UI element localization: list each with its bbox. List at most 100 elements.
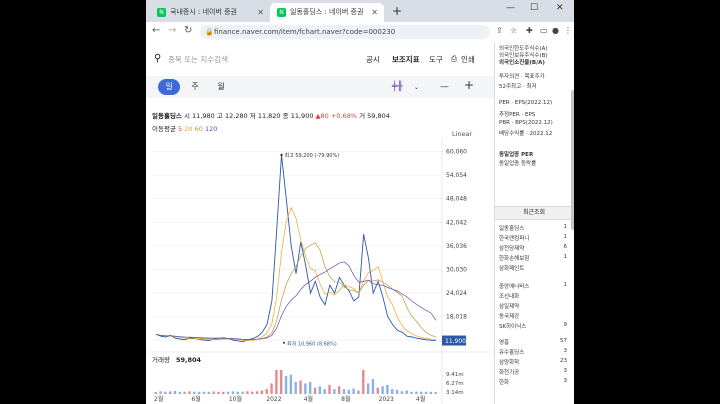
notice-button[interactable]: 공시 [366,54,380,65]
price-chart[interactable]: 60,060 54,054 48,048 42,042 36,036 30,030 24,0… [146,138,494,404]
bookmark-star-icon[interactable]: ☆ [510,26,517,35]
recent-item-name: 삼화페인트 [499,266,525,272]
volume-bar [429,391,433,394]
recent-item-count: 1 [563,254,568,260]
tab-title: 일동홀딩스 : 네이버 증권 [290,8,364,16]
moving-average-line [155,242,437,341]
scale-selector[interactable]: Linear [452,130,472,138]
close-tab-icon[interactable]: ✕ [257,3,264,22]
volume-tick-label: 9.41m [446,372,464,378]
ma-120[interactable]: 120 [205,125,217,133]
x-tick-label: 8월 [341,395,350,403]
recent-item[interactable]: 삼천당제약 6 [499,244,567,252]
volume-bar [241,391,244,394]
search-icon[interactable]: ⚲ [154,53,161,64]
recent-item-name: 삼일제약 [499,304,520,310]
ma-5[interactable]: 5 [178,125,182,133]
menu-dots-icon[interactable]: ⋮ [564,26,572,35]
recent-item-count: 6 [563,244,568,250]
close-window-button[interactable]: ✕ [556,3,564,13]
scrollbar[interactable] [571,90,574,230]
recent-item[interactable]: SK하이닉스 9 [499,322,567,330]
y-tick-label: 42,042 [446,219,467,226]
tab-daily[interactable]: 일 [158,79,180,95]
volume-bar [212,391,215,394]
recent-item[interactable]: 중앙에너비스 1 [499,282,567,290]
tools-button[interactable]: 도구 [429,54,443,65]
recent-item[interactable]: 삼화페인트 [499,264,567,272]
sidebar-info-line: PBR · BPS(2022.12) [499,120,553,126]
volume-bar [352,388,355,394]
sidebar-info-line: 동일업종 등락률 [499,161,537,167]
recent-item-name: 한국앤컴퍼니 [499,236,530,242]
print-icon[interactable]: ⎙ [451,54,457,64]
stock-info-sidebar: 외국인한도주식수(A) 외국인보유주식수(B) 외국인소진율(B/A) 투자의견 · … [494,42,574,404]
low-marker [283,341,285,344]
forward-icon[interactable]: → [168,25,176,36]
minimize-button[interactable]: — [506,3,515,13]
extensions-icon[interactable]: ✚ [526,26,533,35]
tab-ildong[interactable]: N 일동홀딩스 : 네이버 증권 ✕ [270,3,384,22]
candle-type-icon[interactable]: ╪╫ [392,82,403,92]
recent-item-count: 3 [563,368,568,374]
volume-bar [395,389,399,394]
high-value: 12,280 [224,112,248,120]
volume-bar [222,391,225,394]
recent-item[interactable]: 한화손해보험 1 [499,254,567,262]
sidebar-info-line: 외국인소진율(B/A) [499,60,545,66]
recent-item[interactable]: 삼일제약 [499,302,567,310]
tab-bar: N 국내증시 : 네이버 증권 ✕ N 일동홀딩스 : 네이버 증권 ✕ + —… [146,0,574,22]
volume-bar [226,391,230,394]
y-tick-label: 36,036 [446,243,467,250]
maximize-button[interactable]: ☐ [530,3,538,13]
recent-item[interactable]: 화천기공 3 [499,368,567,376]
tab-monthly[interactable]: 월 [210,79,232,95]
back-icon[interactable]: ← [152,25,160,36]
low-annotation: 최저 10,960 (8.68%) [287,341,337,348]
tab-domestic-market[interactable]: N 국내증시 : 네이버 증권 ✕ [150,3,270,22]
print-button[interactable]: 인쇄 [461,54,475,65]
volume-bar [328,384,331,394]
ma-label: 이동평균 [152,125,176,133]
recent-item[interactable]: 한화 3 [499,378,567,386]
low-label: 저 [249,112,256,120]
search-input[interactable]: 종목 또는 지수검색 [168,54,228,65]
volume-bar [371,379,375,394]
x-tick-label: 6월 [191,395,200,403]
close-tab-icon[interactable]: ✕ [371,3,378,22]
volume-label: 거래량 [152,355,170,364]
close-value: 11,900 [290,112,314,120]
new-tab-button[interactable]: + [392,4,402,18]
url-field[interactable]: 🔒 finance.naver.com/item/fchart.naver?co… [200,25,490,39]
recent-item[interactable]: 일동홀딩스 1 [499,224,567,232]
recent-item-count: 1 [563,234,568,240]
ma-20[interactable]: 20 [184,125,192,133]
recent-item[interactable]: 한국앤컴퍼니 1 [499,234,567,242]
ma-60[interactable]: 60 [195,125,203,133]
recent-item[interactable]: 동국제강 [499,312,567,320]
indicator-button[interactable]: 보조지표 [392,54,420,65]
reload-icon[interactable]: ↻ [184,25,192,36]
recent-item[interactable]: 삼양화학 23 [499,358,567,366]
sidebar-toggle-icon[interactable]: ▭ [540,26,548,35]
profile-avatar[interactable]: ● [552,26,559,35]
volume-bar [420,391,423,394]
zoom-out-button[interactable]: — [440,82,449,92]
chevron-down-icon[interactable]: ⌄ [414,84,419,91]
sidebar-info-line: 추정PER · EPS [499,112,536,118]
tab-weekly[interactable]: 주 [184,79,206,95]
open-label: 시 [183,112,190,120]
recent-item[interactable]: 영흥 57 [499,338,567,346]
recent-item[interactable]: 유수홀딩스 3 [499,348,567,356]
volume-bar [284,376,288,394]
volume-bar [265,389,268,394]
volume-bar [207,391,211,394]
volume-bar [318,386,322,394]
volume-bar [183,391,186,394]
zoom-in-button[interactable]: + [464,78,474,92]
volume-bar [168,391,172,394]
recent-item[interactable]: 조선내화 [499,292,567,300]
naver-favicon-icon: N [157,8,166,17]
share-icon[interactable]: ⇪ [496,26,503,35]
volume-bar [154,392,157,394]
